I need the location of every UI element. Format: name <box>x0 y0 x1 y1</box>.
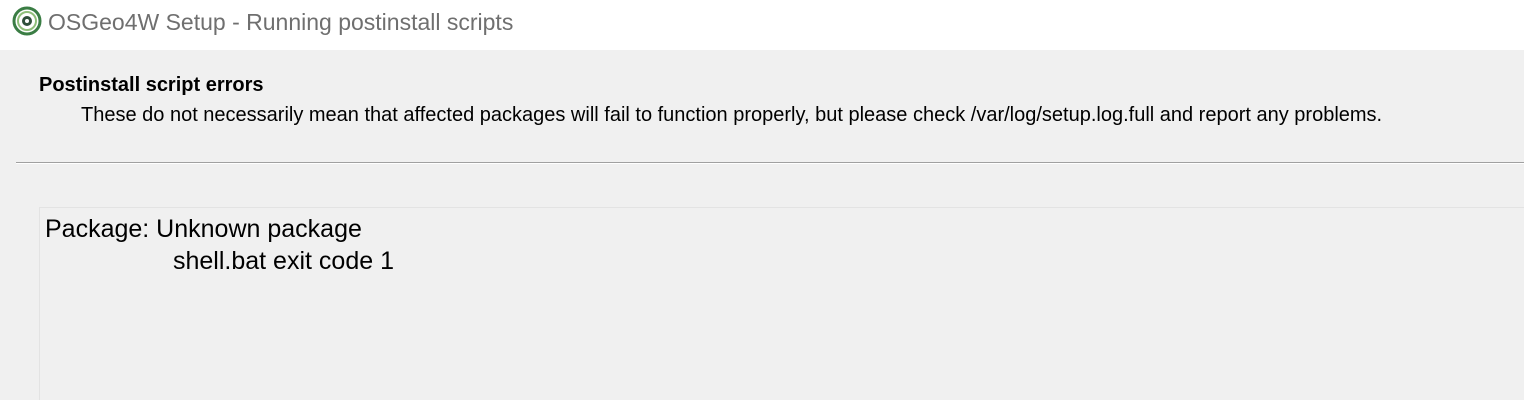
page-subtitle: These do not necessarily mean that affec… <box>81 104 1383 126</box>
setup-window: OSGeo4W Setup - Running postinstall scri… <box>0 0 1524 400</box>
error-package-line: Package: Unknown package <box>45 215 362 243</box>
window-title: OSGeo4W Setup - Running postinstall scri… <box>48 9 514 35</box>
title-bar[interactable]: OSGeo4W Setup - Running postinstall scri… <box>0 0 1524 50</box>
error-detail-line: shell.bat exit code 1 <box>173 247 394 275</box>
osgeo4w-logo-icon <box>12 6 42 36</box>
page-title: Postinstall script errors <box>39 74 264 96</box>
error-output-textbox[interactable]: Package: Unknown package shell.bat exit … <box>39 207 1524 400</box>
header-divider-highlight <box>16 163 1524 164</box>
